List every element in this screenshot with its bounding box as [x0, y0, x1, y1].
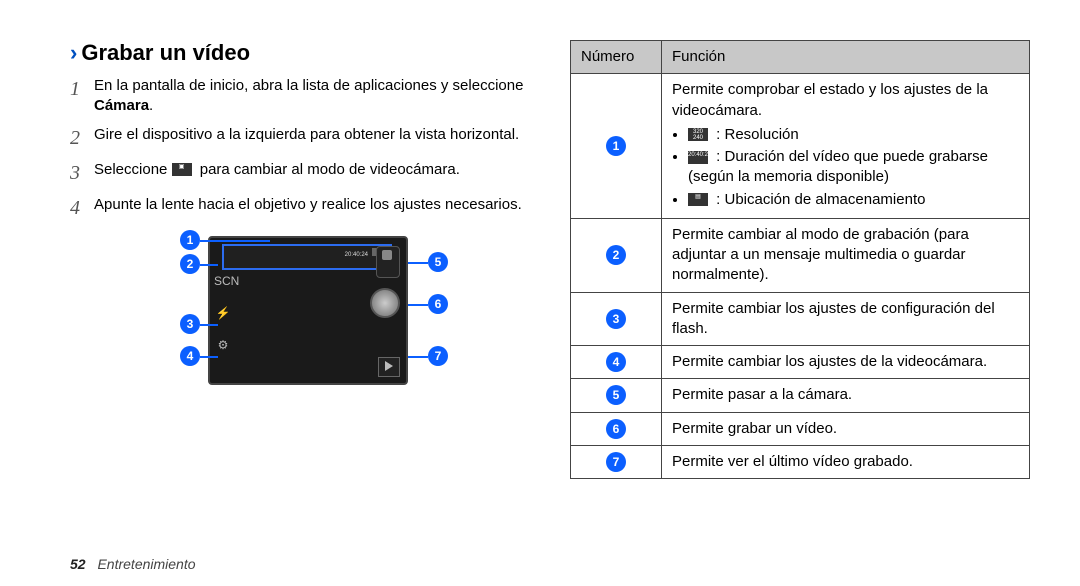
step-text: Apunte la lente hacia el objetivo y real… [94, 195, 522, 222]
camera-mode-icon: ▣ [172, 163, 192, 176]
step-text: En la pantalla de inicio, abra la lista … [94, 76, 530, 117]
table-row: 6 Permite grabar un vídeo. [571, 412, 1030, 445]
playback-icon [378, 357, 400, 377]
chevron-right-icon: › [70, 40, 77, 65]
page-footer: 52 Entretenimiento [70, 556, 196, 572]
flash-icon: ⚡ [214, 304, 232, 322]
left-icon-column: SCN ⚡ ⚙ [214, 272, 232, 354]
row-number-badge: 7 [606, 452, 626, 472]
resolution-icon: 320240 [688, 128, 708, 141]
callout-5: 5 [428, 252, 448, 272]
table-row: 5 Permite pasar a la cámara. [571, 379, 1030, 412]
row-number-badge: 4 [606, 352, 626, 372]
step-number: 1 [70, 76, 94, 117]
step-number: 4 [70, 195, 94, 222]
callout-1: 1 [180, 230, 200, 250]
callout-7: 7 [428, 346, 448, 366]
callout-4: 4 [180, 346, 200, 366]
table-row: 7 Permite ver el último vídeo grabado. [571, 445, 1030, 478]
th-function: Función [662, 41, 1030, 74]
row-function: Permite pasar a la cámara. [662, 379, 1030, 412]
left-column: ›Grabar un vídeo 1 En la pantalla de ini… [70, 40, 530, 479]
function-table: Número Función 1 Permite comprobar el es… [570, 40, 1030, 479]
device-screen: 20:40:24 SCN ⚡ ⚙ [208, 236, 408, 385]
step-number: 3 [70, 160, 94, 187]
table-row: 4 Permite cambiar los ajustes de la vide… [571, 346, 1030, 379]
th-number: Número [571, 41, 662, 74]
right-column: Número Función 1 Permite comprobar el es… [570, 40, 1030, 479]
callout-3: 3 [180, 314, 200, 334]
row-function: Permite cambiar los ajustes de configura… [662, 292, 1030, 346]
storage-icon: ▤ [688, 193, 708, 206]
table-row: 3 Permite cambiar los ajustes de configu… [571, 292, 1030, 346]
camcorder-figure: 20:40:24 SCN ⚡ ⚙ 1 2 3 4 5 6 7 [160, 236, 440, 401]
step-1: 1 En la pantalla de inicio, abra la list… [70, 76, 530, 117]
step-list: 1 En la pantalla de inicio, abra la list… [70, 76, 530, 222]
duration-icon: 20:40:24 [688, 151, 708, 164]
row-number-badge: 6 [606, 419, 626, 439]
row-number-badge: 5 [606, 385, 626, 405]
callout-6: 6 [428, 294, 448, 314]
callout-2: 2 [180, 254, 200, 274]
row-number-badge: 2 [606, 245, 626, 265]
step-4: 4 Apunte la lente hacia el objetivo y re… [70, 195, 530, 222]
table-row: 1 Permite comprobar el estado y los ajus… [571, 74, 1030, 219]
section-name: Entretenimiento [97, 556, 195, 572]
step-number: 2 [70, 125, 94, 152]
scn-icon: SCN [214, 272, 232, 290]
timecode: 20:40:24 [345, 252, 368, 258]
mode-switch-icon [376, 246, 400, 278]
step-3: 3 Seleccione ▣ para cambiar al modo de v… [70, 160, 530, 187]
status-bar: 20:40:24 [222, 244, 392, 270]
row-function: Permite cambiar los ajustes de la videoc… [662, 346, 1030, 379]
step-text: Gire el dispositivo a la izquierda para … [94, 125, 519, 152]
table-row: 2 Permite cambiar al modo de grabación (… [571, 218, 1030, 292]
row-number-badge: 3 [606, 309, 626, 329]
section-heading: ›Grabar un vídeo [70, 40, 530, 66]
heading-text: Grabar un vídeo [81, 40, 250, 65]
row-function: Permite comprobar el estado y los ajuste… [662, 74, 1030, 219]
step-2: 2 Gire el dispositivo a la izquierda par… [70, 125, 530, 152]
record-button-icon [370, 288, 400, 318]
row-function: Permite grabar un vídeo. [662, 412, 1030, 445]
row-function: Permite ver el último vídeo grabado. [662, 445, 1030, 478]
gear-icon: ⚙ [214, 336, 232, 354]
page-number: 52 [70, 556, 86, 572]
step-text: Seleccione ▣ para cambiar al modo de vid… [94, 160, 460, 187]
row-number-badge: 1 [606, 136, 626, 156]
row-function: Permite cambiar al modo de grabación (pa… [662, 218, 1030, 292]
